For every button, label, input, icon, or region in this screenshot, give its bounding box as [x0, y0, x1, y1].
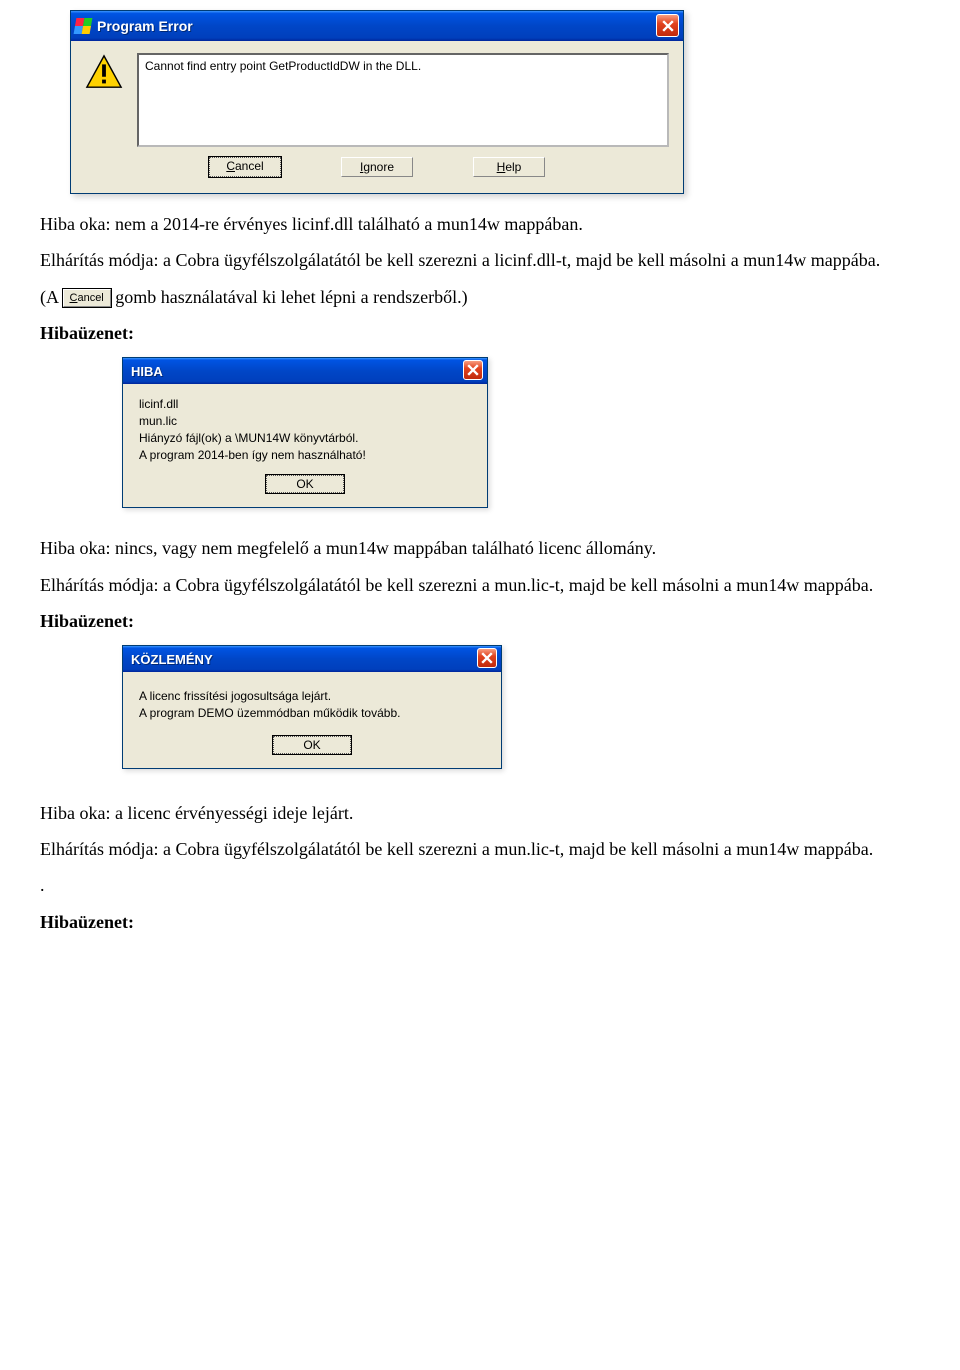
ok-button[interactable]: OK — [273, 736, 351, 754]
dialog-titlebar[interactable]: HIBA — [123, 358, 487, 384]
dialog-title: Program Error — [97, 18, 193, 34]
hiba-line-4: A program 2014-ben így nem használható! — [139, 447, 471, 464]
kozlemeny-line-1: A licenc frissítési jogosultsága lejárt. — [139, 688, 485, 705]
dialog-titlebar[interactable]: Program Error — [71, 11, 683, 41]
dialog-button-row: OK — [123, 732, 501, 768]
hiba-line-2: mun.lic — [139, 413, 471, 430]
paragraph-fix-3: Elhárítás módja: a Cobra ügyfélszolgálat… — [40, 837, 920, 861]
ignore-button[interactable]: Ignore — [341, 157, 413, 177]
dialog-titlebar[interactable]: KÖZLEMÉNY — [123, 646, 501, 672]
error-message-box: Cannot find entry point GetProductIdDW i… — [137, 53, 669, 147]
paragraph-fix-1: Elhárítás módja: a Cobra ügyfélszolgálat… — [40, 248, 920, 272]
warning-icon — [85, 53, 123, 91]
kozlemeny-dialog: KÖZLEMÉNY A licenc frissítési jogosultsá… — [122, 645, 502, 769]
close-button[interactable] — [463, 360, 483, 380]
heading-error-2: Hibaüzenet: — [40, 609, 920, 633]
close-icon — [467, 364, 479, 376]
dialog-content: licinf.dll mun.lic Hiányzó fájl(ok) a \M… — [123, 384, 487, 471]
paragraph-cancel-note: (A Cancel gomb használatával ki lehet lé… — [40, 285, 920, 309]
heading-error-1: Hibaüzenet: — [40, 321, 920, 345]
paragraph-cause-1: Hiba oka: nem a 2014-re érvényes licinf.… — [40, 212, 920, 236]
program-error-dialog: Program Error Cannot find entry point Ge… — [70, 10, 684, 194]
close-button[interactable] — [477, 648, 497, 668]
paragraph-fix-2: Elhárítás módja: a Cobra ügyfélszolgálat… — [40, 573, 920, 597]
inline-cancel-button: Cancel — [63, 289, 111, 307]
cancel-button[interactable]: Cancel — [209, 157, 281, 177]
dialog-title: KÖZLEMÉNY — [127, 652, 213, 667]
paragraph-dot: . — [40, 873, 920, 897]
dialog-button-row: Cancel Ignore Help — [71, 153, 683, 193]
dialog-content: A licenc frissítési jogosultsága lejárt.… — [123, 672, 501, 732]
dialog-title: HIBA — [127, 364, 163, 379]
help-button[interactable]: Help — [473, 157, 545, 177]
close-button[interactable] — [656, 14, 679, 37]
windows-flag-icon — [74, 18, 93, 34]
paragraph-cause-3: Hiba oka: a licenc érvényességi ideje le… — [40, 801, 920, 825]
hiba-line-3: Hiányzó fájl(ok) a \MUN14W könyvtárból. — [139, 430, 471, 447]
paragraph-cause-2: Hiba oka: nincs, vagy nem megfelelő a mu… — [40, 536, 920, 560]
kozlemeny-line-2: A program DEMO üzemmódban működik tovább… — [139, 705, 485, 722]
hiba-line-1: licinf.dll — [139, 396, 471, 413]
close-icon — [662, 20, 674, 32]
close-icon — [481, 652, 493, 664]
ok-button[interactable]: OK — [266, 475, 344, 493]
heading-error-3: Hibaüzenet: — [40, 910, 920, 934]
dialog-button-row: OK — [123, 471, 487, 507]
hiba-dialog: HIBA licinf.dll mun.lic Hiányzó fájl(ok)… — [122, 357, 488, 508]
dialog-body: Cannot find entry point GetProductIdDW i… — [71, 41, 683, 153]
error-message-text: Cannot find entry point GetProductIdDW i… — [145, 59, 421, 73]
